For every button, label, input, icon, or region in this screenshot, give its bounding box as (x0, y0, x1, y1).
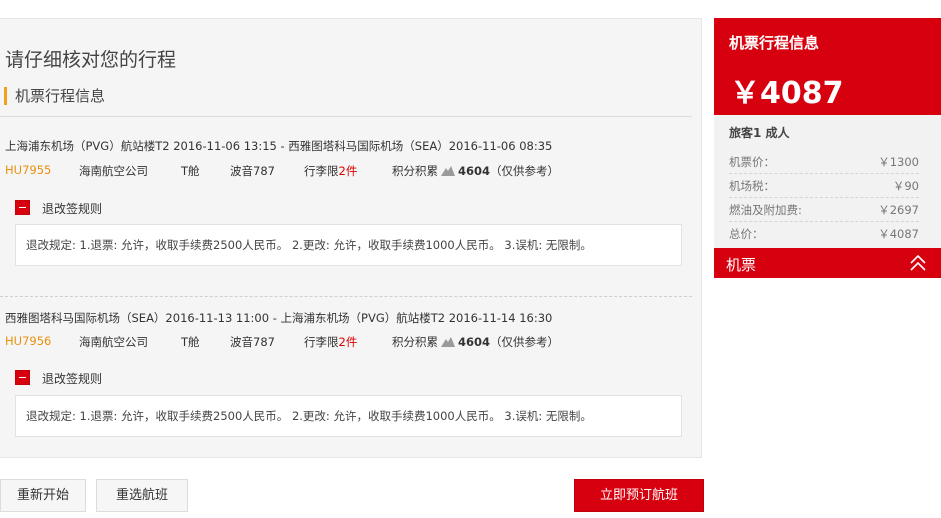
cabin: T舱 (181, 164, 200, 178)
price-summary: 机票行程信息 ￥4087 旅客1 成人 机票价： ￥1300 机场税： ￥90 … (714, 18, 941, 278)
points-icon (441, 337, 455, 347)
rule-title: 退改签规则 (42, 372, 103, 386)
points: 积分积累 4604（仅供参考） (392, 334, 559, 350)
segment-2-rule-toggle[interactable]: 退改签规则 (15, 370, 102, 386)
divider (0, 116, 692, 117)
reselect-flight-button[interactable]: 重选航班 (96, 479, 188, 512)
points: 积分积累 4604（仅供参考） (392, 163, 559, 179)
baggage-label: 行李限 (304, 335, 339, 349)
baggage-value: 2件 (338, 164, 358, 178)
summary-header: 机票行程信息 ￥4087 (714, 18, 941, 115)
segment-1-route: 上海浦东机场（PVG）航站楼T2 2016-11-06 13:15 - 西雅图塔… (5, 139, 553, 153)
minus-square-icon[interactable] (15, 370, 30, 385)
baggage: 行李限2件 (304, 334, 357, 350)
price-row-fare: 机票价： ￥1300 (729, 151, 919, 174)
passenger-label: 旅客1 成人 (729, 126, 790, 140)
flight-number: HU7956 (5, 334, 52, 348)
price-value: ￥1300 (878, 155, 919, 169)
segment-1-rule-box: 退改规定: 1.退票: 允许，收取手续费2500人民币。 2.更改: 允许，收取… (15, 224, 682, 266)
flight-number: HU7955 (5, 163, 52, 177)
price-value: ￥4087 (878, 227, 919, 241)
summary-title: 机票行程信息 (729, 34, 820, 52)
points-label: 积分积累 (392, 335, 438, 349)
aircraft: 波音787 (230, 335, 275, 349)
points-value: 4604 (458, 335, 491, 349)
points-icon (441, 166, 455, 176)
price-row-total: 总价： ￥4087 (729, 223, 919, 245)
price-label: 机票价： (729, 155, 775, 169)
segment-1-rule-toggle[interactable]: 退改签规则 (15, 200, 102, 216)
baggage: 行李限2件 (304, 163, 357, 179)
price-label: 燃油及附加费: (729, 203, 802, 217)
baggage-value: 2件 (338, 335, 358, 349)
itinerary-panel: 请仔细核对您的行程 机票行程信息 上海浦东机场（PVG）航站楼T2 2016-1… (0, 18, 702, 458)
cabin: T舱 (181, 335, 200, 349)
price-row-fuel: 燃油及附加费: ￥2697 (729, 199, 919, 222)
points-value: 4604 (458, 164, 491, 178)
double-chevron-up-icon[interactable] (909, 254, 927, 272)
aircraft: 波音787 (230, 164, 275, 178)
summary-body: 旅客1 成人 机票价： ￥1300 机场税： ￥90 燃油及附加费: ￥2697… (714, 115, 941, 248)
baggage-label: 行李限 (304, 164, 339, 178)
section-heading: 机票行程信息 (4, 87, 105, 105)
book-flight-button[interactable]: 立即预订航班 (574, 479, 704, 512)
segment-2-rule-box: 退改规定: 1.退票: 允许，收取手续费2500人民币。 2.更改: 允许，收取… (15, 395, 682, 437)
page-title: 请仔细核对您的行程 (5, 49, 177, 71)
segment-divider (0, 296, 692, 297)
segment-2-route: 西雅图塔科马国际机场（SEA）2016-11-13 11:00 - 上海浦东机场… (5, 311, 553, 325)
points-label: 积分积累 (392, 164, 438, 178)
ticket-toggle-bar[interactable]: 机票 (714, 248, 941, 278)
minus-square-icon[interactable] (15, 200, 30, 215)
price-row-airport-tax: 机场税： ￥90 (729, 175, 919, 198)
price-label: 总价： (729, 227, 764, 241)
points-note: （仅供参考） (490, 335, 560, 349)
points-note: （仅供参考） (490, 164, 560, 178)
price-label: 机场税： (729, 179, 775, 193)
rule-title: 退改签规则 (42, 202, 103, 216)
total-price: ￥4087 (730, 76, 844, 111)
restart-button[interactable]: 重新开始 (0, 479, 86, 512)
price-value: ￥2697 (878, 203, 919, 217)
price-value: ￥90 (892, 179, 919, 193)
airline: 海南航空公司 (79, 164, 148, 178)
ticket-bar-label: 机票 (726, 256, 757, 274)
airline: 海南航空公司 (79, 335, 148, 349)
